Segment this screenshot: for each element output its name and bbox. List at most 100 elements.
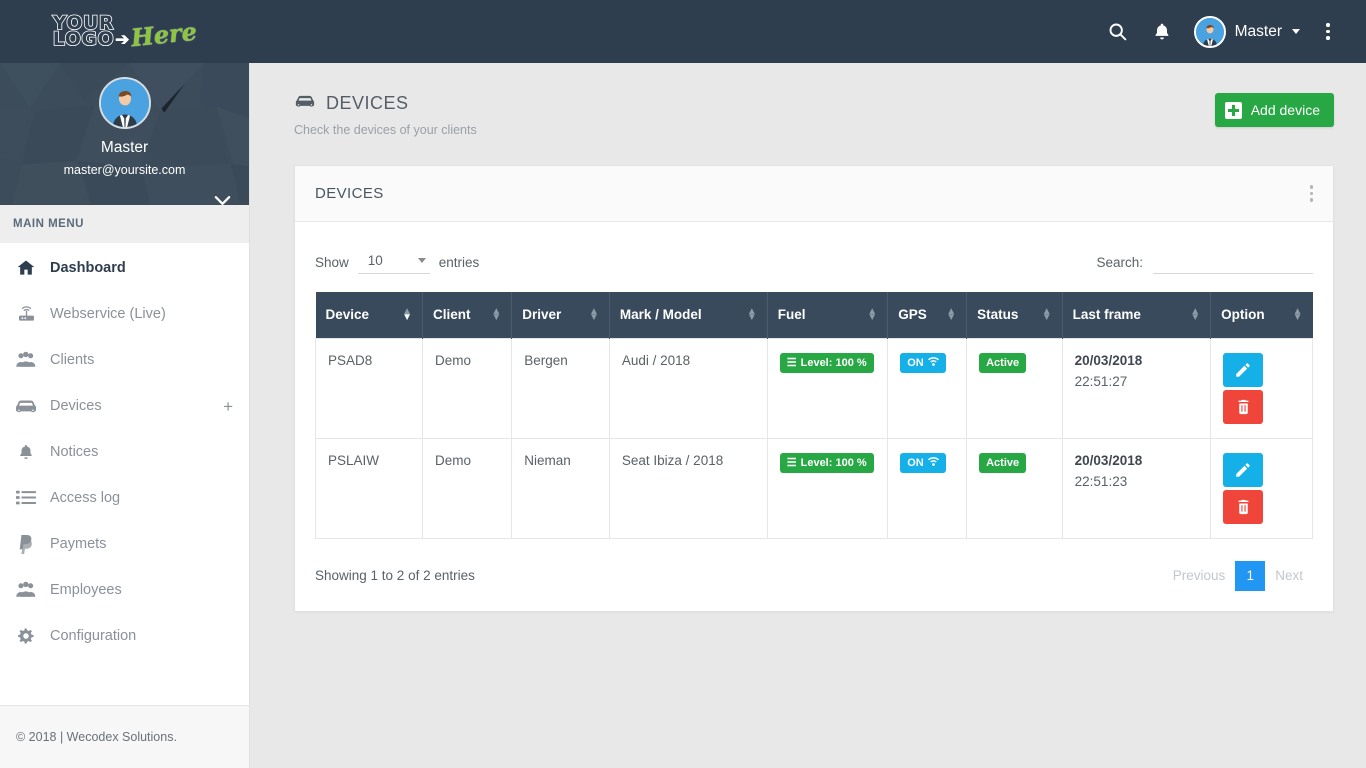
- column-header-option[interactable]: Option ▲ ▼: [1210, 292, 1313, 338]
- table-row[interactable]: PSLAIW Demo Nieman Seat Ibiza / 2018 ☰ L…: [315, 437, 1313, 539]
- logo-arrow-icon: ➔: [115, 30, 130, 49]
- gear-icon: [14, 626, 38, 646]
- column-header-gps[interactable]: GPS ▲ ▼: [887, 292, 968, 338]
- table-header-row: Device ▲ ▼ Client ▲ ▼ Driver ▲ ▼ Mark / …: [315, 292, 1313, 338]
- page-length-control: Show 10 entries: [315, 250, 479, 274]
- column-header-fuel[interactable]: Fuel ▲ ▼: [767, 292, 889, 338]
- user-menu[interactable]: Master: [1184, 15, 1306, 48]
- last-frame-date: 20/03/2018: [1074, 452, 1143, 468]
- pagination: Previous 1 Next: [1163, 560, 1313, 591]
- profile-avatar: [98, 77, 151, 129]
- plus-icon: [1224, 101, 1242, 119]
- status-badge: Active: [979, 352, 1027, 373]
- card-more-vertical-icon[interactable]: [1309, 185, 1313, 202]
- sidebar-item-configuration[interactable]: Configuration: [0, 613, 249, 659]
- sidebar-label-paymets: Paymets: [50, 536, 107, 552]
- wifi-icon: [927, 356, 939, 369]
- gps-badge: ON: [900, 352, 946, 373]
- column-header-client[interactable]: Client ▲ ▼: [422, 292, 513, 338]
- table-row[interactable]: PSAD8 Demo Bergen Audi / 2018 ☰ Level: 1…: [315, 337, 1313, 439]
- column-label-device: Device: [325, 307, 370, 323]
- cell-option: [1210, 437, 1313, 539]
- sidebar-label-employees: Employees: [50, 582, 122, 598]
- page-length-select[interactable]: 10: [357, 250, 430, 274]
- column-label-option: Option: [1221, 307, 1265, 323]
- sidebar-menu: Dashboard Webservice (Live) Clients Devi…: [0, 243, 249, 705]
- sidebar-item-dashboard[interactable]: Dashboard: [0, 245, 249, 291]
- cell-last-frame: 20/03/2018 22:51:27: [1061, 337, 1212, 439]
- column-label-fuel: Fuel: [777, 307, 806, 323]
- sidebar-item-webservice[interactable]: Webservice (Live): [0, 291, 249, 337]
- cell-driver: Nieman: [511, 437, 610, 539]
- pagination-page-1[interactable]: 1: [1235, 560, 1266, 591]
- delete-device-button[interactable]: [1223, 389, 1264, 424]
- sidebar-item-access-log[interactable]: Access log: [0, 475, 249, 521]
- sidebar-item-devices[interactable]: Devices +: [0, 383, 249, 429]
- show-label: Show: [315, 254, 349, 270]
- column-header-driver[interactable]: Driver ▲ ▼: [511, 292, 610, 338]
- table-body: PSAD8 Demo Bergen Audi / 2018 ☰ Level: 1…: [315, 337, 1313, 539]
- users-icon: [14, 580, 38, 600]
- sidebar-item-clients[interactable]: Clients: [0, 337, 249, 383]
- search-icon: [1109, 23, 1127, 41]
- column-header-last-frame[interactable]: Last frame ▲ ▼: [1062, 292, 1212, 338]
- users-icon: [14, 350, 38, 370]
- router-icon: [14, 304, 38, 324]
- logo-text-logo: LOGO: [52, 28, 115, 50]
- pagination-previous[interactable]: Previous: [1163, 561, 1236, 591]
- fuel-badge: ☰ Level: 100 %: [779, 352, 874, 373]
- search-button[interactable]: [1096, 0, 1140, 63]
- last-frame-time: 22:51:27: [1074, 373, 1128, 389]
- search-input[interactable]: [1153, 250, 1313, 274]
- notifications-button[interactable]: [1140, 0, 1184, 63]
- column-header-device[interactable]: Device ▲ ▼: [315, 292, 423, 338]
- fuel-badge-label: Level: 100 %: [800, 456, 867, 469]
- pencil-icon: [1236, 462, 1250, 477]
- navbar-more-button[interactable]: [1306, 0, 1350, 63]
- logo-text-here: Here: [129, 16, 199, 53]
- page-length-value: 10: [367, 253, 383, 268]
- sidebar-label-configuration: Configuration: [50, 628, 137, 644]
- sidebar-label-webservice: Webservice (Live): [50, 306, 166, 322]
- sidebar-item-notices[interactable]: Notices: [0, 429, 249, 475]
- pencil-icon: [1236, 362, 1250, 377]
- column-label-mark-model: Mark / Model: [619, 307, 702, 323]
- column-label-client: Client: [432, 307, 471, 323]
- column-header-status[interactable]: Status ▲ ▼: [966, 292, 1063, 338]
- edit-device-button[interactable]: [1223, 452, 1264, 487]
- sidebar-item-employees[interactable]: Employees: [0, 567, 249, 613]
- table-info: Showing 1 to 2 of 2 entries: [315, 568, 475, 583]
- add-device-label: Add device: [1250, 102, 1320, 118]
- sidebar-item-paymets[interactable]: Paymets: [0, 521, 249, 567]
- cell-client: Demo: [421, 437, 513, 539]
- column-header-mark-model[interactable]: Mark / Model ▲ ▼: [609, 292, 768, 338]
- last-frame-time: 22:51:23: [1074, 473, 1128, 489]
- table-header: Device ▲ ▼ Client ▲ ▼ Driver ▲ ▼ Mark / …: [315, 292, 1313, 338]
- brand-logo[interactable]: YOUR LOGO ➔ Here: [0, 0, 250, 63]
- page-subtitle: Check the devices of your clients: [294, 123, 477, 137]
- cell-fuel: ☰ Level: 100 %: [766, 337, 889, 439]
- fuel-badge: ☰ Level: 100 %: [779, 452, 874, 473]
- delete-device-button[interactable]: [1223, 489, 1264, 524]
- cell-client: Demo: [421, 337, 513, 439]
- sidebar-label-access-log: Access log: [50, 490, 121, 506]
- page-header-text: DEVICES Check the devices of your client…: [294, 93, 477, 137]
- gps-badge-label: ON: [907, 356, 924, 369]
- add-device-button[interactable]: Add device: [1214, 93, 1334, 127]
- chevron-down-icon: [1292, 29, 1300, 34]
- cell-option: [1210, 337, 1313, 439]
- sidebar-expand-devices[interactable]: +: [223, 398, 233, 415]
- car-icon: [14, 397, 38, 415]
- edit-device-button[interactable]: [1223, 352, 1264, 387]
- devices-table: Device ▲ ▼ Client ▲ ▼ Driver ▲ ▼ Mark / …: [315, 292, 1313, 539]
- search-label: Search:: [1096, 254, 1143, 270]
- profile-chevron-down-icon[interactable]: [214, 191, 231, 205]
- trash-icon: [1238, 399, 1249, 414]
- list-icon: ☰: [786, 356, 797, 369]
- main-content: DEVICES Check the devices of your client…: [250, 63, 1366, 768]
- avatar-icon: [100, 79, 149, 127]
- pagination-next[interactable]: Next: [1265, 561, 1313, 591]
- more-vertical-icon: [1326, 23, 1330, 40]
- sidebar-profile[interactable]: Master master@yoursite.com: [0, 63, 249, 205]
- page-header: DEVICES Check the devices of your client…: [294, 93, 1334, 137]
